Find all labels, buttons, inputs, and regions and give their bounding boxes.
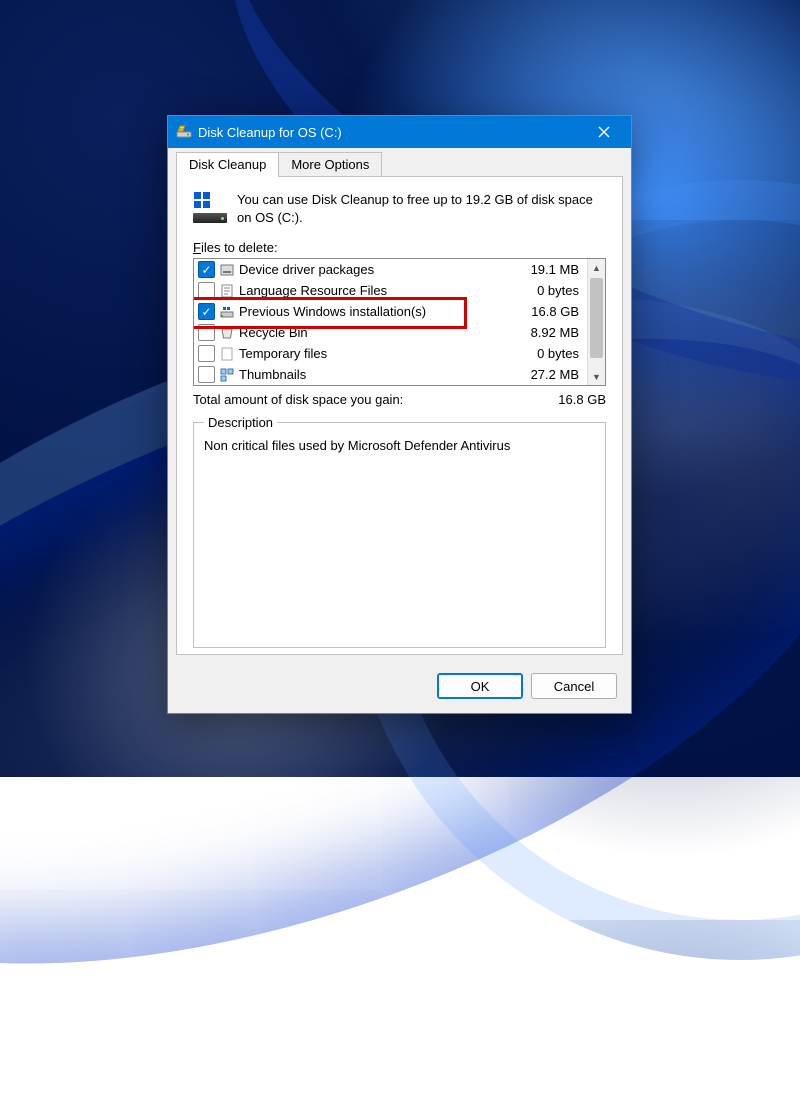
ok-button[interactable]: OK [437, 673, 523, 699]
file-name: Thumbnails [239, 367, 527, 382]
intro-block: You can use Disk Cleanup to free up to 1… [193, 191, 606, 226]
description-group: Description Non critical files used by M… [193, 415, 606, 648]
file-name: Device driver packages [239, 262, 527, 277]
dialog-buttons: OK Cancel [168, 663, 631, 713]
file-type-icon [219, 262, 235, 278]
tab-more-options[interactable]: More Options [278, 152, 382, 177]
tabstrip: Disk Cleanup More Options [168, 148, 631, 177]
disk-cleanup-icon [176, 124, 192, 140]
checkbox[interactable] [198, 366, 215, 383]
file-size: 27.2 MB [531, 367, 583, 382]
file-name: Language Resource Files [239, 283, 533, 298]
scroll-down-icon[interactable]: ▼ [588, 368, 605, 385]
checkbox[interactable]: ✓ [198, 303, 215, 320]
tab-disk-cleanup[interactable]: Disk Cleanup [176, 152, 279, 177]
file-name: Recycle Bin [239, 325, 527, 340]
total-label: Total amount of disk space you gain: [193, 392, 558, 407]
file-size: 0 bytes [537, 346, 583, 361]
files-listbox[interactable]: ✓ Device driver packages 19.1 MB Language R… [193, 258, 606, 386]
file-size: 8.92 MB [531, 325, 583, 340]
file-type-icon [219, 367, 235, 383]
total-value: 16.8 GB [558, 392, 606, 407]
description-legend: Description [204, 415, 277, 430]
list-item[interactable]: ✓ Previous Windows installation(s) 16.8 GB [194, 301, 587, 322]
cancel-button[interactable]: Cancel [531, 673, 617, 699]
file-name: Temporary files [239, 346, 533, 361]
tab-page-cleanup: You can use Disk Cleanup to free up to 1… [176, 177, 623, 655]
file-size: 0 bytes [537, 283, 583, 298]
checkbox[interactable] [198, 282, 215, 299]
checkbox[interactable]: ✓ [198, 261, 215, 278]
file-type-icon [219, 283, 235, 299]
file-type-icon [219, 304, 235, 320]
total-row: Total amount of disk space you gain: 16.… [193, 392, 606, 407]
file-type-icon [219, 346, 235, 362]
titlebar[interactable]: Disk Cleanup for OS (C:) [168, 116, 631, 148]
file-type-icon [219, 325, 235, 341]
checkbox[interactable] [198, 345, 215, 362]
description-text: Non critical files used by Microsoft Def… [204, 438, 595, 453]
intro-text: You can use Disk Cleanup to free up to 1… [237, 191, 606, 226]
drive-icon [193, 191, 227, 223]
scroll-thumb[interactable] [590, 278, 603, 358]
list-item[interactable]: ✓ Device driver packages 19.1 MB [194, 259, 587, 280]
window-title: Disk Cleanup for OS (C:) [198, 125, 581, 140]
scroll-track[interactable] [588, 276, 605, 368]
files-to-delete-label: Files to delete: [193, 240, 606, 255]
checkbox[interactable] [198, 324, 215, 341]
list-item[interactable]: Language Resource Files 0 bytes [194, 280, 587, 301]
file-name: Previous Windows installation(s) [239, 304, 527, 319]
scroll-up-icon[interactable]: ▲ [588, 259, 605, 276]
file-size: 19.1 MB [531, 262, 583, 277]
file-size: 16.8 GB [531, 304, 583, 319]
disk-cleanup-dialog: Disk Cleanup for OS (C:) Disk Cleanup Mo… [167, 115, 632, 714]
list-item[interactable]: Recycle Bin 8.92 MB [194, 322, 587, 343]
list-item[interactable]: Temporary files 0 bytes [194, 343, 587, 364]
close-button[interactable] [581, 116, 627, 148]
scrollbar[interactable]: ▲ ▼ [587, 259, 605, 385]
list-item[interactable]: Thumbnails 27.2 MB [194, 364, 587, 385]
